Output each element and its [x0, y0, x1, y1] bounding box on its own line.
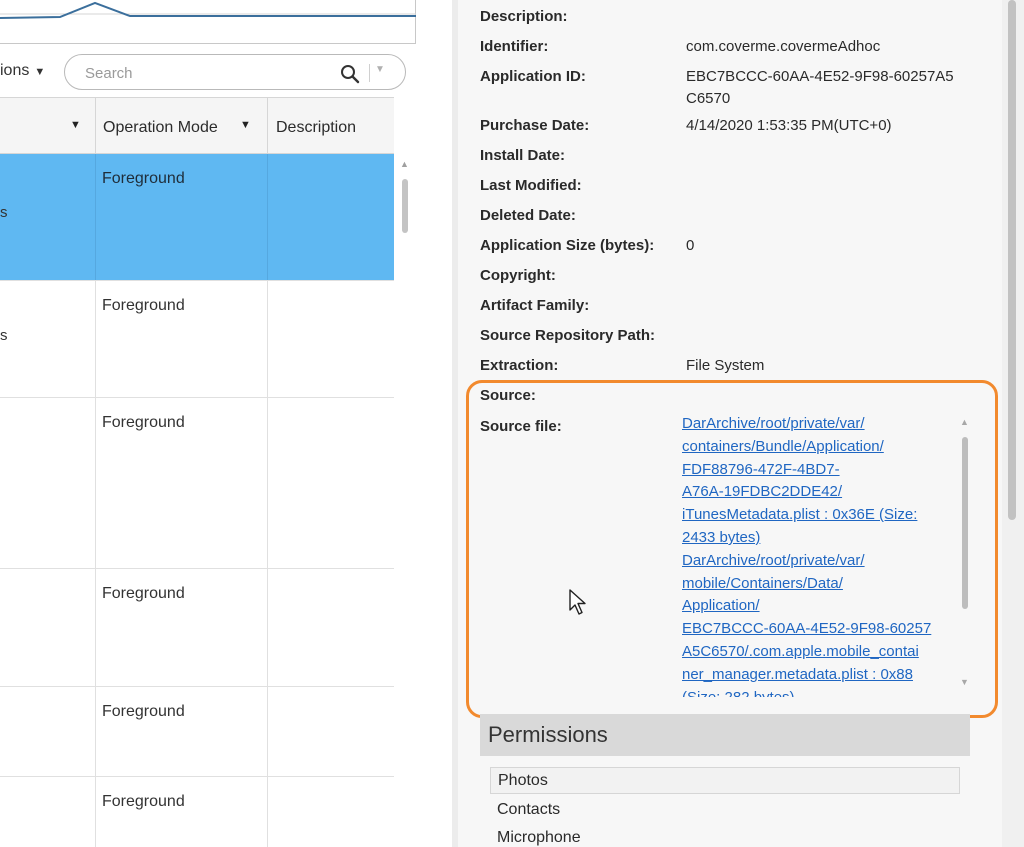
description-label: Description:: [480, 8, 568, 25]
source-file-link[interactable]: mobile/Containers/Data/: [682, 573, 958, 596]
search-divider: [369, 64, 370, 82]
source-file-link[interactable]: ner_manager.metadata.plist : 0x88: [682, 664, 958, 687]
search-icon[interactable]: [339, 63, 361, 85]
table-cell-operation-mode: Foreground: [96, 687, 268, 776]
options-dropdown[interactable]: ions ▼: [0, 62, 45, 80]
table-cell: [0, 398, 96, 568]
details-scrollbar[interactable]: [1002, 0, 1024, 847]
details-pane: Description: Identifier: com.coverme.cov…: [458, 0, 1024, 847]
source-file-link[interactable]: (Size: 282 bytes): [682, 687, 958, 697]
scroll-down-icon[interactable]: ▼: [960, 677, 969, 687]
source-file-link[interactable]: Application/: [682, 595, 958, 618]
source-file-link[interactable]: containers/Bundle/Application/: [682, 436, 958, 459]
source-file-links: DarArchive/root/private/var/ containers/…: [682, 413, 958, 697]
table-cell-description: [268, 777, 394, 847]
sort-caret-icon[interactable]: ▼: [70, 119, 81, 131]
filter-bar: ions ▼ ▼: [0, 52, 452, 92]
source-file-link[interactable]: DarArchive/root/private/var/: [682, 550, 958, 573]
extraction-value: File System: [686, 357, 765, 374]
source-file-scrollbar[interactable]: ▲ ▼: [958, 415, 972, 695]
table-cell: s: [0, 154, 96, 280]
table-row[interactable]: Foreground: [0, 777, 394, 847]
deleted-date-label: Deleted Date:: [480, 207, 576, 224]
source-repository-path-label: Source Repository Path:: [480, 327, 656, 344]
search-input[interactable]: [85, 63, 335, 83]
timeline-chart: [0, 0, 416, 44]
scrollbar-thumb[interactable]: [962, 437, 968, 609]
table-cell-operation-mode: Foreground: [96, 777, 268, 847]
table-cell: [0, 687, 96, 776]
table-row[interactable]: s Foreground: [0, 281, 394, 398]
table-cell-description: [268, 154, 394, 280]
source-file-link[interactable]: FDF88796-472F-4BD7-: [682, 459, 958, 482]
scrollbar-thumb[interactable]: [1008, 0, 1016, 520]
table-cell-description: [268, 281, 394, 397]
source-file-link[interactable]: DarArchive/root/private/var/: [682, 413, 958, 436]
source-file-label: Source file:: [480, 418, 562, 435]
table-row[interactable]: Foreground: [0, 569, 394, 687]
table-cell-operation-mode: Foreground: [96, 154, 268, 280]
table-header: ▼ Operation Mode ▼ Description: [0, 98, 394, 154]
source-file-link[interactable]: iTunesMetadata.plist : 0x36E (Size:: [682, 504, 958, 527]
application-size-value: 0: [686, 237, 695, 254]
table-scrollbar[interactable]: ▲: [395, 153, 415, 847]
extraction-label: Extraction:: [480, 357, 559, 374]
permissions-section-header: Permissions: [480, 714, 970, 756]
install-date-label: Install Date:: [480, 147, 566, 164]
scrollbar-thumb[interactable]: [402, 179, 408, 233]
table-cell-operation-mode: Foreground: [96, 281, 268, 397]
chevron-down-icon: ▼: [34, 66, 46, 78]
table-cell-description: [268, 687, 394, 776]
source-file-link[interactable]: 2433 bytes): [682, 527, 958, 550]
options-dropdown-label: ions: [0, 62, 30, 79]
purchase-date-value: 4/14/2020 1:53:35 PM(UTC+0): [686, 117, 892, 134]
permission-item[interactable]: Photos: [490, 767, 960, 794]
chart-series-line: [0, 1, 416, 19]
column-header-name[interactable]: [0, 98, 96, 154]
permission-item[interactable]: Contacts: [490, 797, 960, 824]
application-id-line: C6570: [686, 90, 731, 107]
chevron-down-icon[interactable]: ▼: [375, 64, 385, 75]
purchase-date-label: Purchase Date:: [480, 117, 590, 134]
source-file-link[interactable]: EBC7BCCC-60AA-4E52-9F98-60257: [682, 618, 958, 641]
permission-item[interactable]: Microphone: [490, 825, 960, 847]
cell-text: s: [0, 327, 8, 344]
scroll-up-icon[interactable]: ▲: [400, 159, 409, 169]
scroll-up-icon[interactable]: ▲: [960, 417, 969, 427]
table-cell-operation-mode: Foreground: [96, 398, 268, 568]
column-header-label: Description: [276, 119, 357, 136]
table-row[interactable]: Foreground: [0, 398, 394, 569]
search-box[interactable]: ▼: [64, 54, 406, 90]
source-file-link[interactable]: A5C6570/.com.apple.mobile_contai: [682, 641, 958, 664]
apps-table: ▼ Operation Mode ▼ Description s Foregro…: [0, 97, 394, 847]
sort-caret-icon[interactable]: ▼: [240, 119, 251, 131]
table-cell: s: [0, 281, 96, 397]
table-row[interactable]: Foreground: [0, 687, 394, 777]
copyright-label: Copyright:: [480, 267, 556, 284]
identifier-value: com.coverme.covermeAdhoc: [686, 38, 881, 55]
mouse-pointer-icon: [569, 589, 586, 615]
source-file-link[interactable]: A76A-19FDBC2DDE42/: [682, 481, 958, 504]
table-row[interactable]: s Foreground: [0, 154, 394, 281]
table-cell-operation-mode: Foreground: [96, 569, 268, 686]
column-header-description[interactable]: Description: [268, 98, 394, 154]
last-modified-label: Last Modified:: [480, 177, 582, 194]
application-id-label: Application ID:: [480, 68, 586, 85]
cell-text: s: [0, 204, 8, 221]
table-cell-description: [268, 398, 394, 568]
application-id-value: EBC7BCCC-60AA-4E52-9F98-60257A5 C6570: [686, 66, 954, 110]
table-cell: [0, 569, 96, 686]
table-cell-description: [268, 569, 394, 686]
permissions-title: Permissions: [488, 722, 608, 747]
artifact-family-label: Artifact Family:: [480, 297, 590, 314]
application-size-label: Application Size (bytes):: [480, 237, 655, 254]
identifier-label: Identifier:: [480, 38, 549, 55]
table-cell: [0, 777, 96, 847]
application-id-line: EBC7BCCC-60AA-4E52-9F98-60257A5: [686, 68, 954, 85]
left-pane: ions ▼ ▼ ▼ Operation Mode ▼ Description: [0, 0, 452, 847]
column-header-label: Operation Mode: [103, 119, 218, 136]
source-label: Source:: [480, 387, 536, 404]
